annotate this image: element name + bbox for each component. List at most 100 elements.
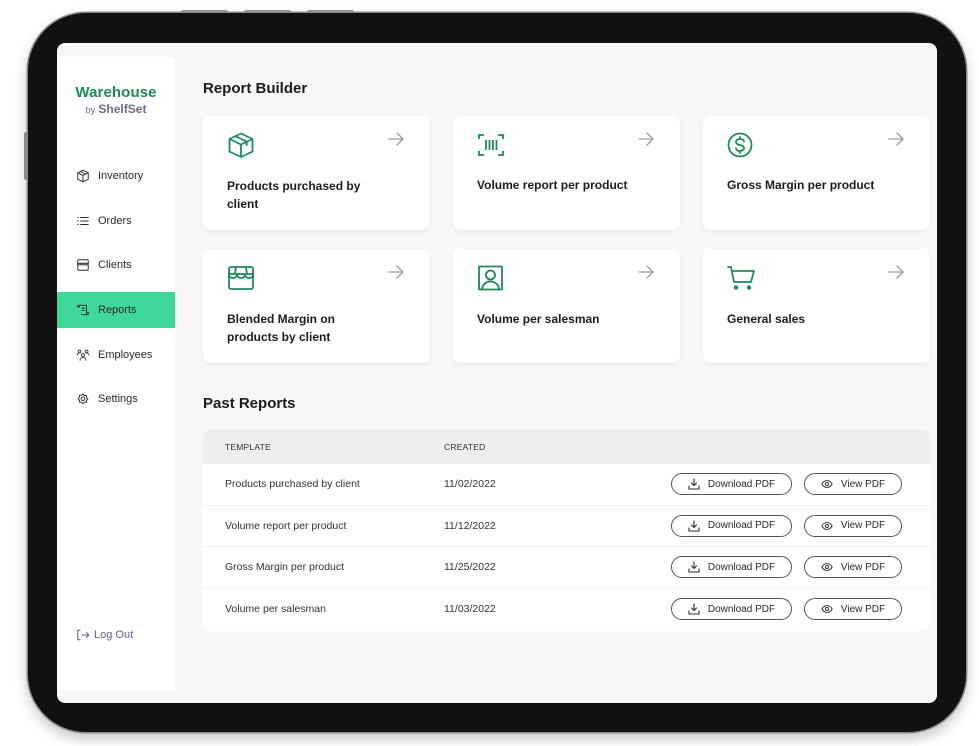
table-header: TEMPLATE CREATED — [203, 430, 930, 464]
logout-label: Log Out — [94, 629, 134, 641]
store-icon — [228, 266, 254, 290]
sidebar: Warehouse by ShelfSet Inventory Orders C… — [57, 58, 175, 690]
report-card-label: General sales — [727, 312, 806, 326]
table-row: Products purchased by client 11/02/2022 … — [203, 464, 930, 506]
eye-icon — [821, 605, 833, 614]
people-icon — [76, 349, 90, 361]
sidebar-item-employees[interactable]: Employees — [57, 337, 175, 373]
cell-created: 11/03/2022 — [444, 603, 496, 616]
dollar-icon — [727, 132, 753, 158]
download-pdf-button[interactable]: Download PDF — [671, 514, 792, 537]
brand-logo: Warehouse by ShelfSet — [57, 84, 175, 116]
logout-button[interactable]: Log Out — [76, 629, 133, 641]
cell-template: Volume report per product — [225, 519, 347, 532]
sidebar-item-label: Orders — [98, 214, 132, 227]
download-icon — [688, 561, 700, 573]
app-screen: Warehouse by ShelfSet Inventory Orders C… — [57, 43, 937, 703]
arrow-right-icon — [888, 132, 904, 146]
sidebar-item-orders[interactable]: Orders — [57, 203, 175, 239]
sidebar-item-label: Inventory — [98, 170, 144, 182]
sidebar-item-settings[interactable]: Settings — [57, 381, 175, 417]
eye-icon — [821, 521, 833, 530]
user-icon — [478, 265, 503, 291]
download-icon — [688, 478, 700, 490]
box-icon — [77, 169, 89, 183]
arrow-right-icon — [638, 265, 654, 279]
cart-icon — [727, 266, 755, 290]
arrow-right-icon — [388, 265, 404, 279]
table-row: Volume per salesman 11/03/2022 Download … — [203, 588, 930, 630]
cell-created: 11/02/2022 — [444, 478, 496, 491]
download-pdf-label: Download PDF — [707, 478, 776, 490]
gear-icon — [77, 394, 89, 405]
report-builder-title: Report Builder — [203, 80, 308, 97]
view-pdf-label: View PDF — [840, 520, 886, 532]
sidebar-item-inventory[interactable]: Inventory — [57, 158, 175, 194]
brand-sub-prefix: by — [85, 105, 96, 115]
report-builder-cards: Products purchased by client Volume repo… — [203, 116, 930, 363]
past-reports-table: TEMPLATE CREATED Products purchased by c… — [203, 430, 930, 630]
view-pdf-label: View PDF — [840, 478, 886, 490]
row-actions: Download PDF View PDF — [664, 473, 930, 496]
table-row: Volume report per product 11/12/2022 Dow… — [203, 505, 930, 547]
row-actions: Download PDF View PDF — [664, 556, 930, 579]
report-card-volume-per-product[interactable]: Volume report per product — [453, 116, 680, 230]
sidebar-item-label: Employees — [98, 348, 153, 361]
arrow-right-icon — [888, 265, 904, 279]
box-icon — [228, 132, 254, 158]
store-icon — [77, 259, 89, 272]
view-pdf-button[interactable]: View PDF — [804, 473, 902, 496]
view-pdf-label: View PDF — [840, 561, 886, 573]
brand-subtitle: by ShelfSet — [57, 102, 175, 116]
sidebar-item-reports[interactable]: Reports — [57, 292, 175, 329]
cell-template: Volume per salesman — [225, 603, 326, 616]
cell-created: 11/25/2022 — [444, 561, 496, 574]
eye-icon — [821, 563, 833, 572]
scroll-icon — [77, 304, 89, 316]
column-header-template: TEMPLATE — [225, 442, 271, 452]
sidebar-item-label: Reports — [98, 304, 137, 317]
past-reports-title: Past Reports — [203, 395, 296, 412]
report-card-label: Gross Margin per product — [727, 178, 875, 192]
brand-name: Warehouse — [75, 84, 157, 101]
sidebar-item-label: Settings — [98, 393, 138, 406]
cell-created: 11/12/2022 — [444, 519, 496, 532]
column-header-created: CREATED — [444, 442, 486, 452]
sidebar-nav: Inventory Orders Clients Reports Employe… — [57, 158, 175, 426]
download-pdf-label: Download PDF — [707, 603, 776, 615]
row-actions: Download PDF View PDF — [664, 514, 930, 537]
report-card-general-sales[interactable]: General sales — [703, 249, 930, 363]
report-card-label: Products purchased by client — [227, 179, 361, 211]
download-pdf-label: Download PDF — [707, 520, 776, 532]
view-pdf-button[interactable]: View PDF — [804, 514, 902, 537]
report-card-gross-margin[interactable]: Gross Margin per product — [703, 116, 930, 230]
arrow-right-icon — [638, 132, 654, 146]
download-pdf-button[interactable]: Download PDF — [671, 556, 792, 579]
report-card-blended-margin[interactable]: Blended Margin on products by client — [203, 249, 430, 363]
download-pdf-button[interactable]: Download PDF — [671, 598, 792, 621]
row-actions: Download PDF View PDF — [664, 598, 930, 621]
view-pdf-button[interactable]: View PDF — [804, 556, 902, 579]
download-pdf-button[interactable]: Download PDF — [671, 473, 792, 496]
table-row: Gross Margin per product 11/25/2022 Down… — [203, 547, 930, 589]
arrow-right-icon — [388, 132, 404, 146]
download-icon — [688, 603, 700, 615]
view-pdf-button[interactable]: View PDF — [804, 598, 902, 621]
cell-template: Products purchased by client — [225, 478, 360, 491]
cell-template: Gross Margin per product — [225, 561, 345, 574]
download-icon — [688, 520, 700, 532]
report-card-label: Volume report per product — [477, 178, 628, 192]
logout-icon — [77, 629, 90, 641]
sidebar-item-label: Clients — [98, 259, 132, 272]
report-card-label: Blended Margin on products by client — [227, 312, 335, 344]
report-card-label: Volume per salesman — [477, 312, 600, 326]
sidebar-item-clients[interactable]: Clients — [57, 247, 175, 283]
brand-sub-name: ShelfSet — [98, 102, 147, 116]
view-pdf-label: View PDF — [840, 603, 886, 615]
report-card-products-by-client[interactable]: Products purchased by client — [203, 116, 430, 230]
eye-icon — [821, 480, 833, 489]
main-content: Report Builder Products purchased by cli… — [203, 43, 931, 703]
download-pdf-label: Download PDF — [707, 561, 776, 573]
report-card-volume-per-salesman[interactable]: Volume per salesman — [453, 249, 680, 363]
barcode-icon — [478, 134, 504, 156]
